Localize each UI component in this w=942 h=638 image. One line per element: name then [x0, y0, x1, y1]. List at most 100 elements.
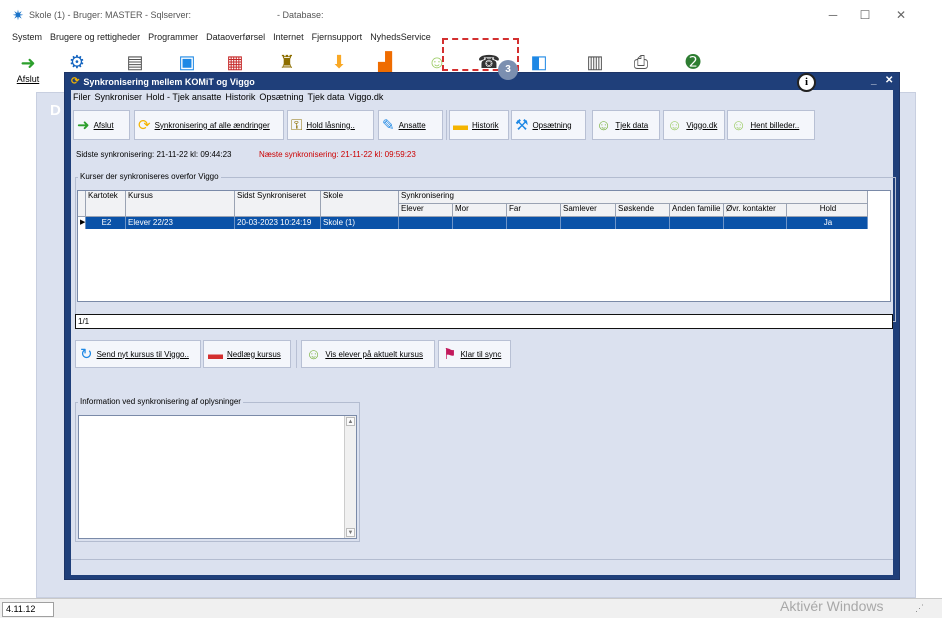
nedlaeg-button[interactable]: ▬ Nedlæg kursus — [203, 340, 291, 368]
col-kursus[interactable]: Kursus — [126, 191, 235, 217]
dmenu-historik[interactable]: Historik — [223, 90, 257, 104]
computer-icon[interactable]: ▥ — [578, 50, 612, 74]
historik-label: Historik — [472, 120, 499, 130]
col-far[interactable]: Far — [507, 204, 561, 217]
col-samlever[interactable]: Samlever — [561, 204, 616, 217]
chart-icon[interactable]: ▟ — [368, 50, 402, 74]
refresh-icon: ↻ — [80, 346, 93, 363]
viggo-dk-button[interactable]: ☺ Viggo.dk — [663, 110, 725, 140]
close-icon[interactable]: ✕ — [888, 8, 914, 22]
menu-nyhedsservice[interactable]: NyhedsService — [366, 30, 435, 45]
row-indicator-header — [78, 191, 86, 217]
dialog-title: Synkronisering mellem KOMiT og Viggo — [83, 76, 255, 87]
cell-kursus: Elever 22/23 — [126, 217, 235, 229]
ansatte-button[interactable]: ✎ Ansatte — [378, 110, 443, 140]
col-skole[interactable]: Skole — [321, 191, 399, 217]
settings-icon[interactable]: ⚙ — [60, 50, 94, 74]
dmenu-viggo[interactable]: Viggo.dk — [346, 90, 385, 104]
info-icon[interactable]: i — [797, 73, 816, 92]
step-badge: 3 — [498, 60, 518, 80]
main-afslut-label: Afslut — [16, 74, 40, 84]
user-photo-icon: ☺ — [731, 116, 747, 134]
dmenu-tjek-data[interactable]: Tjek data — [305, 90, 346, 104]
menu-dataoverforsel[interactable]: Dataoverførsel — [202, 30, 269, 45]
menu-programmer[interactable]: Programmer — [144, 30, 202, 45]
dmenu-hold-tjek[interactable]: Hold - Tjek ansatte — [144, 90, 223, 104]
cell-hold: Ja — [787, 217, 868, 229]
dmenu-filer[interactable]: Filer — [71, 90, 93, 104]
sync-icon: ⟳ — [71, 76, 80, 87]
col-sidst-synkroniseret[interactable]: Sidst Synkroniseret — [235, 191, 321, 217]
courses-grid: Kartotek Kursus Sidst Synkroniseret Skol… — [77, 190, 891, 302]
klar-sync-button[interactable]: ⚑ Klar til sync — [438, 340, 511, 368]
maximize-icon[interactable]: ☐ — [852, 8, 878, 22]
cell-mor — [453, 217, 507, 229]
col-anden-familie[interactable]: Anden familie — [670, 204, 724, 217]
building-icon[interactable]: ♜ — [270, 50, 304, 74]
menu-system[interactable]: System — [8, 30, 46, 45]
save-icon[interactable]: ▣ — [170, 50, 204, 74]
opsaetning-label: Opsætning — [532, 120, 572, 130]
help-icon[interactable]: ➋ — [676, 50, 710, 74]
info-memo[interactable]: ▲ ▼ — [78, 415, 357, 539]
window-title-database: - Database: — [277, 10, 324, 20]
menu-brugere[interactable]: Brugere og rettigheder — [46, 30, 144, 45]
dialog-status-bar — [71, 559, 893, 575]
sync-all-button[interactable]: ⟳ Synkronisering af alle ændringer — [134, 110, 284, 140]
scroll-up-icon[interactable]: ▲ — [346, 417, 355, 426]
hent-billeder-button[interactable]: ☺ Hent billeder.. — [727, 110, 815, 140]
afslut-button[interactable]: ➜ Afslut — [73, 110, 130, 140]
button-separator — [296, 340, 297, 368]
toolbar-separator — [446, 110, 447, 140]
document-icon[interactable]: ▤ — [118, 50, 152, 74]
menu-internet[interactable]: Internet — [269, 30, 308, 45]
sync-dialog: ⟳ Synkronisering mellem KOMiT og Viggo _… — [64, 72, 900, 580]
dialog-minimize-icon[interactable]: _ — [871, 75, 877, 86]
hent-billeder-label: Hent billeder.. — [750, 120, 800, 130]
dmenu-synkroniser[interactable]: Synkroniser — [93, 90, 145, 104]
col-elever[interactable]: Elever — [399, 204, 453, 217]
dmenu-opsaetning[interactable]: Opsætning — [257, 90, 305, 104]
col-hold[interactable]: Hold — [787, 204, 868, 217]
courses-group-label: Kurser der synkroniseres overfor Viggo — [78, 172, 221, 181]
cell-far — [507, 217, 561, 229]
memo-scrollbar[interactable]: ▲ ▼ — [344, 416, 356, 538]
download-icon[interactable]: ⬇ — [322, 50, 356, 74]
info-group-label: Information ved synkronisering af oplysn… — [78, 397, 243, 406]
dialog-title-bar: ⟳ Synkronisering mellem KOMiT og Viggo _… — [65, 73, 899, 90]
menu-fjernsupport[interactable]: Fjernsupport — [308, 30, 367, 45]
nedlaeg-label: Nedlæg kursus — [227, 349, 281, 359]
search-user-icon: ☺ — [306, 345, 322, 363]
workspace-letter: D — [50, 102, 61, 119]
tjek-data-button[interactable]: ☺ Tjek data — [592, 110, 660, 140]
user-icon: ☺ — [667, 116, 683, 134]
historik-button[interactable]: ▬ Historik — [449, 110, 509, 140]
hold-laasning-button[interactable]: ⚿ Hold låsning.. — [287, 110, 374, 140]
col-soeskende[interactable]: Søskende — [616, 204, 670, 217]
window-title: Skole (1) - Bruger: MASTER - Sqlserver: — [29, 10, 192, 20]
courses-group: Kurser der synkroniseres overfor Viggo K… — [75, 172, 896, 322]
col-kartotek[interactable]: Kartotek — [86, 191, 126, 217]
delete-bar-icon: ▬ — [208, 345, 223, 363]
opsaetning-button[interactable]: ⚒ Opsætning — [511, 110, 586, 140]
col-mor[interactable]: Mor — [453, 204, 507, 217]
cell-elever — [399, 217, 453, 229]
vis-elever-button[interactable]: ☺ Vis elever på aktuelt kursus — [301, 340, 435, 368]
last-sync-text: Sidste synkronisering: 21-11-22 kl: 09:4… — [76, 150, 232, 159]
calendar-icon[interactable]: ▦ — [218, 50, 252, 74]
send-course-button[interactable]: ↻ Send nyt kursus til Viggo.. — [75, 340, 201, 368]
hold-laasning-label: Hold låsning.. — [306, 120, 355, 130]
dialog-close-icon[interactable]: ✕ — [885, 75, 893, 86]
print-icon[interactable]: ⎙ — [624, 50, 658, 74]
title-bar: ✷ Skole (1) - Bruger: MASTER - Sqlserver… — [0, 0, 942, 30]
scroll-down-icon[interactable]: ▼ — [346, 528, 355, 537]
toolbox-icon: ⚒ — [515, 117, 529, 134]
resize-grip-icon[interactable]: ⋰ — [915, 603, 924, 614]
col-ovr-kontakter[interactable]: Øvr. kontakter — [724, 204, 787, 217]
main-afslut-button[interactable]: ➜ Afslut — [10, 52, 46, 92]
keys-icon: ⚿ — [291, 116, 303, 134]
table-row[interactable]: ▶ E2 Elever 22/23 20-03-2023 10:24:19 Sk… — [78, 217, 868, 229]
network-icon[interactable]: ◧ — [522, 50, 556, 74]
cell-skole: Skole (1) — [321, 217, 399, 229]
minimize-icon[interactable]: ─ — [820, 8, 846, 22]
